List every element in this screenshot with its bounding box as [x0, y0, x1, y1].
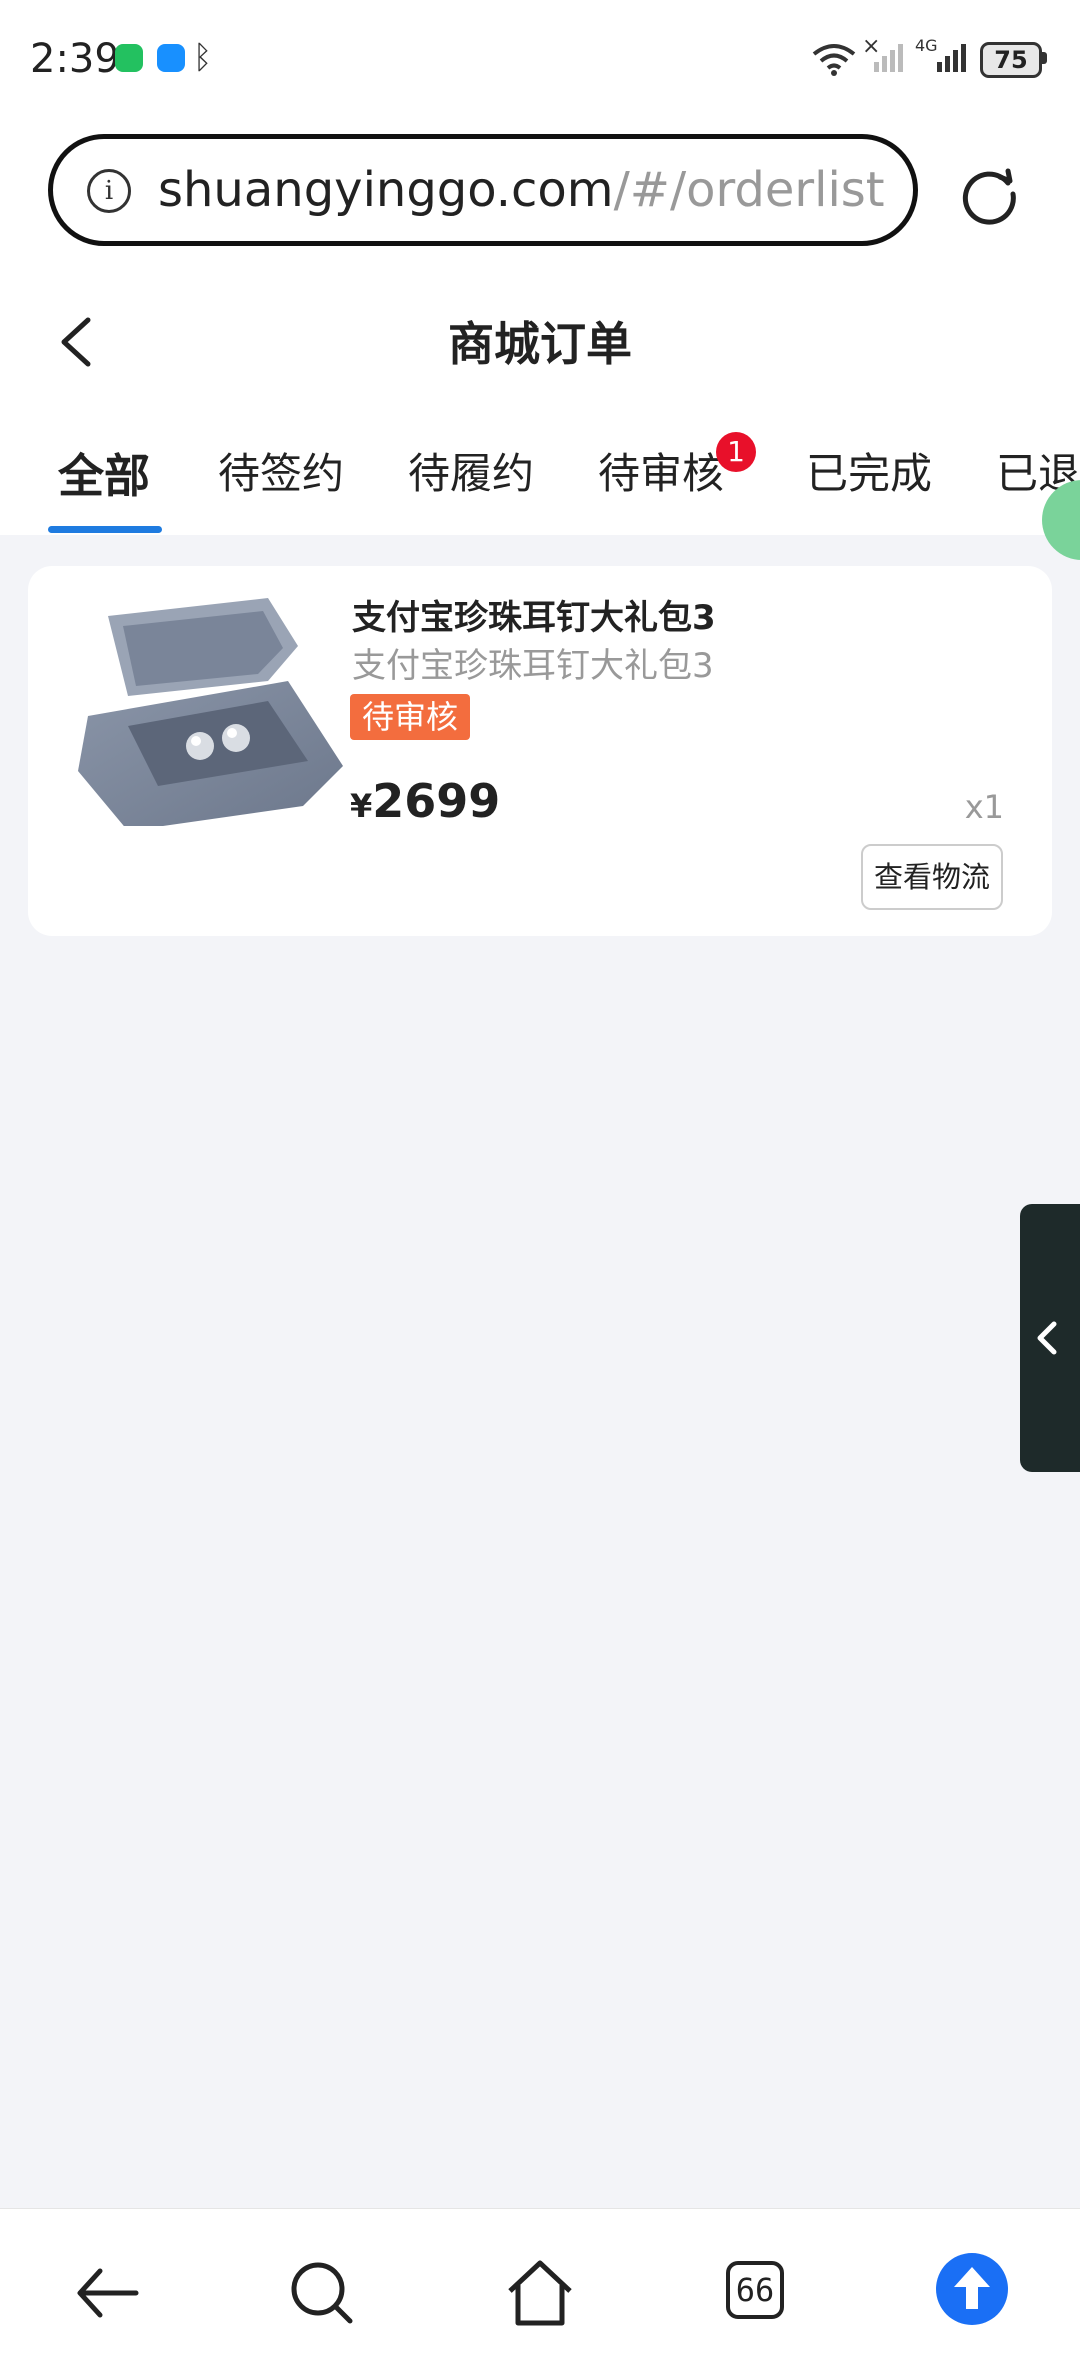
active-tab-indicator [48, 526, 162, 533]
bluetooth-icon: ᛒ [193, 38, 213, 76]
battery-tip [1042, 52, 1047, 64]
view-logistics-button[interactable]: 查看物流 [861, 844, 1003, 910]
wifi-icon [812, 44, 856, 76]
currency-symbol: ¥ [350, 787, 373, 825]
url-host: shuangyinggo.com [158, 162, 614, 218]
quantity-label: x1 [964, 788, 1004, 826]
message-notification-icon [157, 44, 185, 72]
status-badge: 待审核 [350, 694, 471, 740]
signal-1-icon [874, 44, 903, 72]
product-title: 支付宝珍珠耳钉大礼包3 [352, 598, 716, 638]
price-value: 2699 [372, 774, 501, 828]
tab-pending-sign[interactable]: 待签约 [218, 440, 344, 501]
info-icon[interactable]: i [87, 169, 131, 213]
battery-icon: 75 [980, 42, 1042, 78]
chevron-left-icon [1037, 1321, 1057, 1355]
status-bar: 2:39 ᛒ × 4G 75 [0, 0, 1080, 120]
upload-icon[interactable] [936, 2253, 1008, 2325]
home-icon[interactable] [504, 2257, 576, 2329]
tabs-count-icon: 66 [726, 2261, 784, 2319]
order-card[interactable]: 支付宝珍珠耳钉大礼包3 支付宝珍珠耳钉大礼包3 待审核 ¥2699 x1 查看物… [28, 566, 1052, 936]
order-tabs: 全部 待签约 待履约 待审核 已完成 已退款 [0, 440, 1080, 535]
wechat-notification-icon [115, 44, 143, 72]
address-bar[interactable]: i shuangyinggo.com/#/orderlist [48, 134, 918, 246]
url-path: /#/orderlist [613, 162, 885, 218]
page-title: 商城订单 [448, 317, 632, 371]
pending-review-badge: 1 [716, 432, 756, 472]
reload-icon[interactable] [958, 163, 1020, 225]
tab-pending-review[interactable]: 待审核 [598, 440, 724, 501]
tab-pending-fulfill[interactable]: 待履约 [408, 440, 534, 501]
signal-2-icon [937, 44, 966, 72]
product-subtitle: 支付宝珍珠耳钉大礼包3 [352, 646, 714, 686]
nav-back-icon[interactable] [72, 2257, 144, 2329]
tab-all[interactable]: 全部 [58, 440, 150, 506]
tab-completed[interactable]: 已完成 [806, 440, 932, 501]
url-text[interactable]: shuangyinggo.com/#/orderlist [158, 162, 885, 218]
product-price: ¥2699 [350, 774, 500, 828]
side-drawer-handle[interactable] [1020, 1204, 1080, 1472]
status-time: 2:39 [30, 36, 120, 82]
bottom-navigation: 66 [0, 2208, 1080, 2377]
arrow-up-icon [954, 2267, 990, 2309]
search-icon[interactable] [286, 2257, 358, 2329]
product-thumbnail [78, 598, 343, 826]
tabs-button[interactable]: 66 [720, 2257, 792, 2329]
